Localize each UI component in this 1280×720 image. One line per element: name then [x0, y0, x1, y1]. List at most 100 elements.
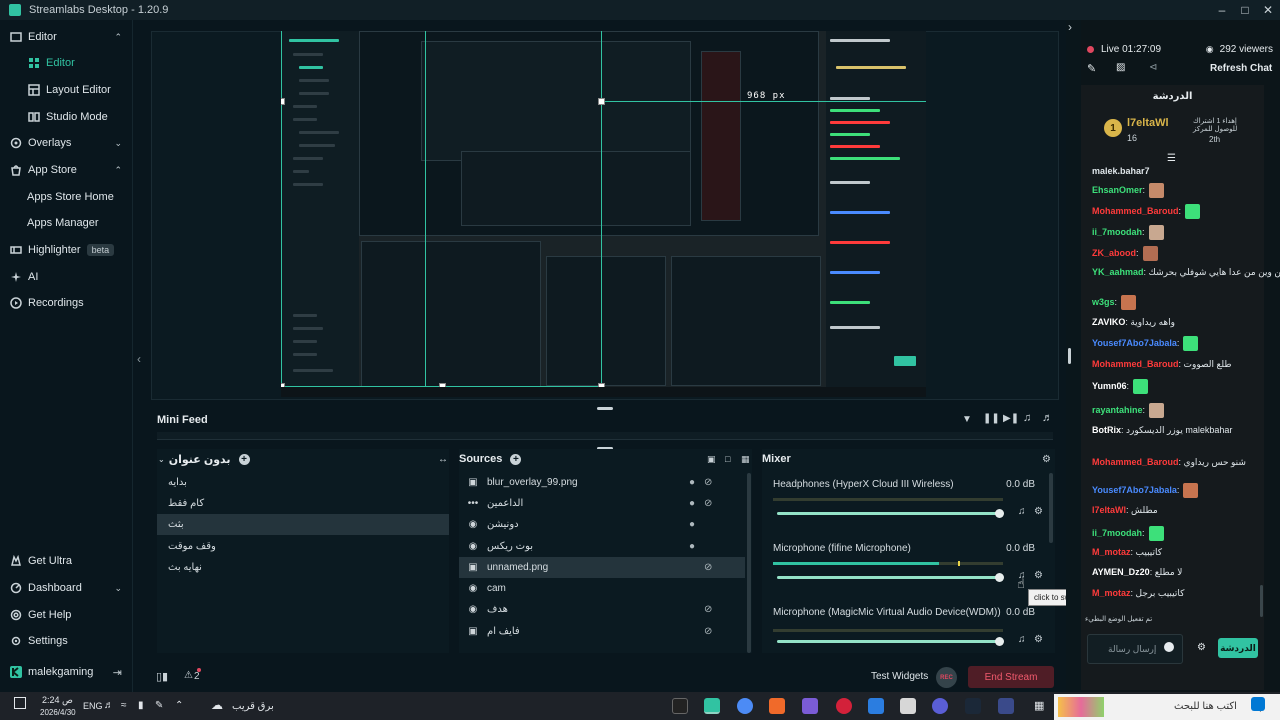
taskbar-search-box[interactable]: اكتب هنا للبحث ⚲ [1054, 694, 1280, 720]
lock-icon[interactable]: ● [689, 519, 695, 530]
sidebar-item-highlighter[interactable]: Highlighter beta [0, 238, 133, 262]
sidebar-item-studio-mode[interactable]: Studio Mode [0, 105, 133, 129]
eye-hidden-icon[interactable]: ⊘ [704, 477, 712, 488]
resize-handle[interactable] [281, 98, 285, 105]
source-item[interactable]: ••• الداعمين ● ⊘ [459, 493, 745, 514]
streamlabs-app-icon[interactable] [704, 698, 720, 714]
clock-date[interactable]: 2026/4/30 [40, 708, 76, 717]
record-button[interactable]: REC [936, 667, 957, 688]
volume-slider-knob[interactable] [995, 573, 1004, 582]
windows-start-icon[interactable] [1251, 697, 1265, 711]
gear-icon[interactable]: ⚙ [1034, 634, 1043, 645]
sidebar-item-apps-manager[interactable]: Apps Manager [0, 211, 133, 235]
mute-alerts-icon[interactable]: ♫ [1023, 412, 1031, 424]
chevron-up-icon[interactable]: ⌃ [175, 700, 183, 711]
chat-username[interactable]: Yousef7Abo7Jabala [1092, 338, 1177, 348]
chevron-down-icon[interactable]: ⌄ [158, 455, 165, 464]
scene-item[interactable]: كام فقط [157, 493, 449, 514]
notification-icon[interactable] [14, 697, 26, 709]
task-view-icon[interactable]: ▦ [1034, 699, 1044, 712]
scene-transitions-icon[interactable]: ↔ [438, 454, 448, 465]
chrome-icon[interactable] [737, 698, 753, 714]
eye-hidden-icon[interactable]: ⊘ [704, 562, 712, 573]
scene-item-selected[interactable]: بثث [157, 514, 449, 535]
pause-icon[interactable]: ❚❚ [983, 413, 1000, 424]
scene-item[interactable]: نهايه بث [157, 557, 449, 578]
gear-icon[interactable]: ⚙ [1042, 454, 1051, 465]
filter-icon[interactable]: ▼ [962, 414, 972, 425]
source-item-selected[interactable]: ▣ unnamed.png ⊘ [459, 557, 745, 578]
add-scene-button[interactable]: + [238, 453, 250, 465]
weather-text[interactable]: برق قريب [232, 701, 274, 712]
scrollbar[interactable] [1260, 585, 1263, 617]
preview-canvas[interactable] [281, 31, 926, 397]
alert-icon[interactable]: ⚠ [184, 670, 193, 681]
edit-icon[interactable]: ✎ [1087, 62, 1096, 75]
volume-icon[interactable]: ♬ [104, 700, 114, 711]
sidebar-item-get-ultra[interactable]: Get Ultra [0, 549, 133, 573]
popout-icon[interactable]: ▨ [1116, 62, 1125, 73]
sidebar-item-get-help[interactable]: Get Help [0, 603, 133, 627]
lock-icon[interactable]: ● [689, 498, 695, 509]
skip-icon[interactable]: ▶❚ [1003, 413, 1019, 424]
chat-username[interactable]: AYMEN_Dz20 [1092, 567, 1150, 577]
source-item[interactable]: ▣ فايف ام ⊘ [459, 621, 745, 642]
sidebar-item-dashboard[interactable]: Dashboard ⌄ [0, 576, 133, 600]
chat-username[interactable]: ZAVIKO [1092, 317, 1125, 327]
scene-item[interactable]: وقف موقت [157, 536, 449, 557]
maximize-icon[interactable]: □ [1235, 0, 1255, 20]
end-stream-button[interactable]: End Stream [968, 666, 1054, 688]
logout-icon[interactable]: ⇥ [113, 666, 122, 679]
emoji-icon[interactable] [1164, 642, 1174, 652]
sidebar-item-apps-store-home[interactable]: Apps Store Home [0, 185, 133, 209]
source-item[interactable]: ▣ blur_overlay_99.png ● ⊘ [459, 472, 745, 493]
weather-icon[interactable]: ☁ [211, 698, 223, 712]
scrollbar[interactable] [747, 473, 751, 653]
taskbar-app-icon[interactable] [672, 698, 688, 714]
chat-username[interactable]: Mohammed_Baroud [1092, 359, 1179, 369]
chat-username[interactable]: M_motaz [1092, 588, 1131, 598]
source-item[interactable]: ◉ بوت ريكس ● [459, 536, 745, 557]
source-item[interactable]: ◉ cam [459, 578, 745, 599]
close-icon[interactable]: ✕ [1258, 0, 1278, 20]
volume-slider[interactable] [777, 512, 1001, 515]
chat-username[interactable]: malek.bahar7 [1092, 166, 1150, 176]
chat-username[interactable]: Mohammed_Baroud [1092, 206, 1179, 216]
chat-username[interactable]: l7eltaWl [1092, 505, 1126, 515]
chat-username[interactable]: Mohammed_Baroud [1092, 457, 1179, 467]
app-icon[interactable] [932, 698, 948, 714]
sidebar-item-ai[interactable]: AI [0, 265, 133, 289]
chat-send-button[interactable]: الدردشة [1218, 638, 1258, 658]
pen-icon[interactable]: ✎ [155, 700, 163, 711]
scene-item[interactable]: بدايه [157, 472, 449, 493]
group-icon[interactable]: ▣ [707, 454, 716, 465]
lock-icon[interactable]: ● [689, 477, 695, 488]
chat-username[interactable]: M_motaz [1092, 547, 1131, 557]
folder-icon[interactable]: □ [725, 454, 730, 464]
chat-username[interactable]: ii_7moodah [1092, 528, 1142, 538]
collapse-icon[interactable]: ☰ [1167, 153, 1176, 164]
volume-slider[interactable] [777, 576, 1001, 579]
battery-icon[interactable]: ▮ [138, 700, 144, 711]
gear-icon[interactable]: ⚙ [1034, 570, 1043, 581]
chat-username[interactable]: Yumn06 [1092, 381, 1127, 391]
test-widgets-button[interactable]: Test Widgets [871, 671, 928, 682]
collapse-sidebar-icon[interactable]: ‹ [137, 352, 141, 366]
sidebar-user[interactable]: malekgaming ⇥ [0, 660, 133, 684]
speaker-icon[interactable]: ♫ [1018, 506, 1026, 517]
chat-username[interactable]: EhsanOmer [1092, 185, 1143, 195]
lock-icon[interactable]: ● [689, 541, 695, 552]
volume-icon[interactable]: ♬ [1042, 412, 1053, 424]
resize-handle[interactable] [598, 98, 605, 105]
chat-username[interactable]: Yousef7Abo7Jabala [1092, 485, 1177, 495]
volume-slider[interactable] [777, 640, 1001, 643]
wifi-icon[interactable]: ≈ [121, 700, 127, 711]
chat-username[interactable]: rayantahine [1092, 405, 1143, 415]
resize-handle[interactable] [1068, 348, 1071, 364]
scrollbar[interactable] [1049, 473, 1053, 543]
chevron-right-icon[interactable]: › [1068, 20, 1072, 34]
refresh-chat-button[interactable]: Refresh Chat [1210, 63, 1272, 74]
sidebar-item-editor[interactable]: Editor [0, 51, 133, 75]
gear-icon[interactable]: ⚙ [1197, 642, 1206, 653]
steam-icon[interactable] [965, 698, 981, 714]
